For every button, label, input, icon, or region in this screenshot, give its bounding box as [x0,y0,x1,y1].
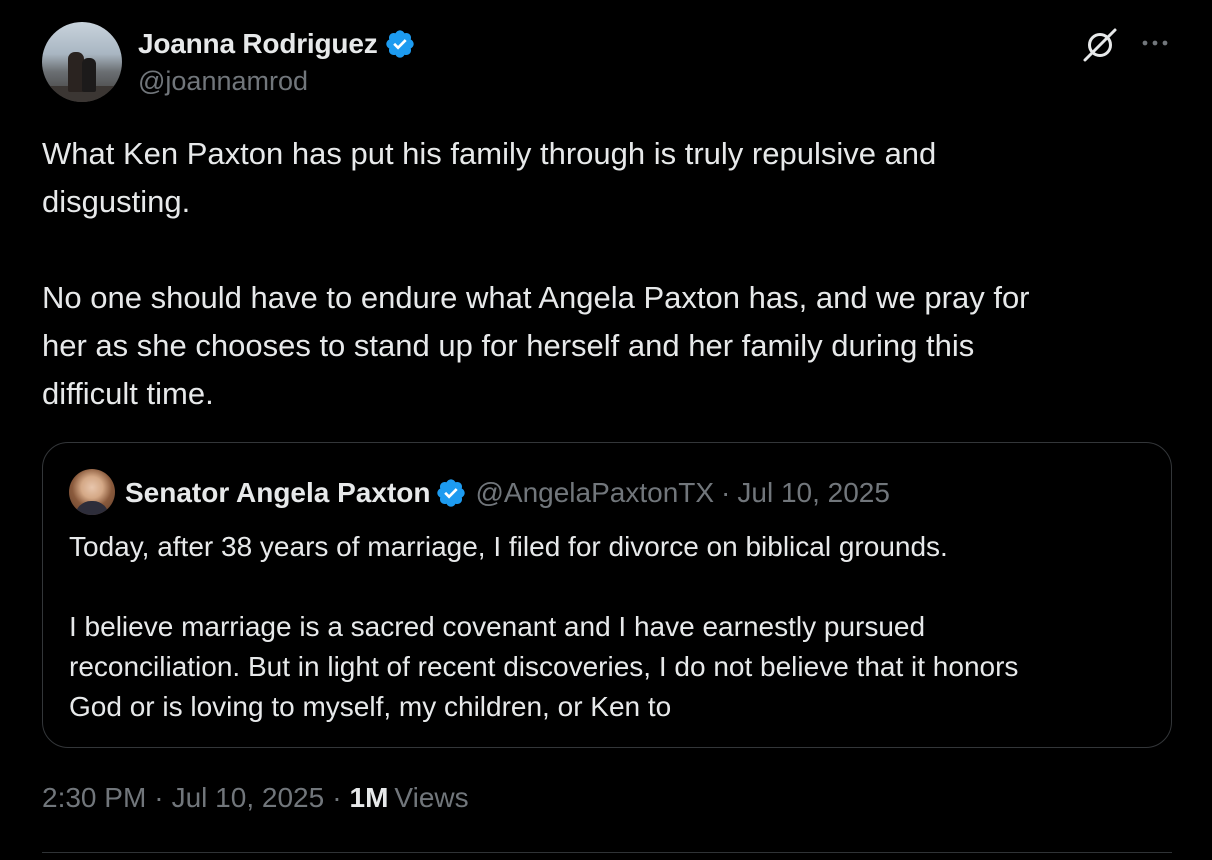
meta-separator: · [154,782,164,813]
verified-badge-icon [437,479,466,507]
tweet-date[interactable]: Jul 10, 2025 [172,782,325,814]
quoted-tweet-text: Today, after 38 years of marriage, I fil… [69,531,1019,722]
quoted-tweet-date[interactable]: Jul 10, 2025 [737,477,890,509]
views-count[interactable]: 1M [350,782,389,814]
views-label: Views [394,782,469,813]
avatar-figure-second [82,58,96,92]
grok-icon[interactable] [1080,24,1120,64]
more-options-icon[interactable] [1138,26,1172,60]
quoted-tweet-header: Senator Angela Paxton @AngelaPaxtonTX · … [125,473,890,513]
author-handle[interactable]: @joannamrod [138,66,308,97]
avatar-shoulders [75,501,109,515]
author-name-row: Joanna Rodriguez [138,26,416,62]
quoted-author-avatar[interactable] [69,469,115,515]
meta-separator-views: · [332,782,342,813]
quoted-tweet-card[interactable]: Senator Angela Paxton @AngelaPaxtonTX · … [42,442,1172,748]
tweet-time[interactable]: 2:30 PM [42,782,146,814]
quoted-author-handle[interactable]: @AngelaPaxtonTX [475,477,714,509]
author-display-name[interactable]: Joanna Rodriguez [138,28,378,60]
verified-badge-icon[interactable] [384,28,416,60]
tweet-text: What Ken Paxton has put his family throu… [42,136,1030,411]
author-avatar[interactable] [42,22,122,102]
quoted-header-separator: · [721,477,731,508]
divider [42,852,1172,853]
quoted-author-display-name[interactable]: Senator Angela Paxton [125,477,430,509]
tweet-meta: 2:30 PM · Jul 10, 2025 · 1M Views [42,782,469,814]
